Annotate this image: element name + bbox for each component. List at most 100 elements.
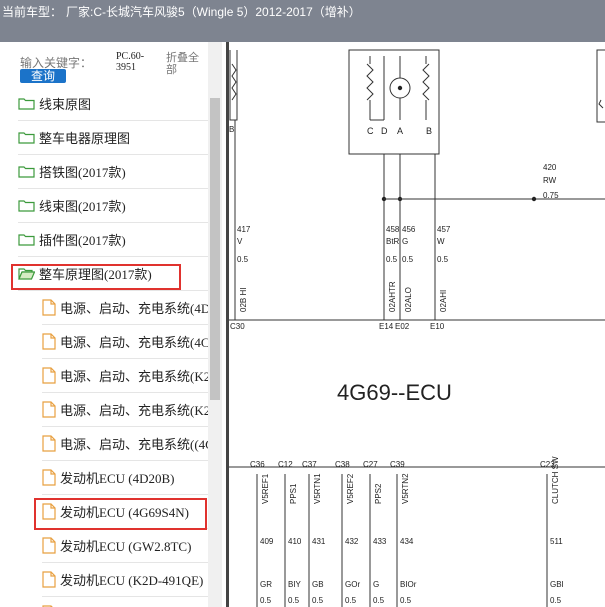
- search-input[interactable]: PC.60-3951: [116, 51, 160, 79]
- signal-name: CLUTCH SW: [551, 456, 560, 504]
- wire-color: RW: [543, 176, 557, 185]
- sensor-pin-label: C: [367, 126, 374, 136]
- wire-size: 0.5: [260, 596, 272, 605]
- ecu-pin-label: E10: [430, 322, 445, 331]
- wire-number: 420: [543, 163, 557, 172]
- ecu-pin-label: C30: [230, 322, 245, 331]
- tree-item-file[interactable]: 电源、启动、充电系统(K2D-491QE): [42, 392, 208, 427]
- wire-number: 456: [402, 225, 416, 234]
- query-button[interactable]: 查询: [20, 69, 66, 83]
- ecu-pin-label: C37: [302, 460, 317, 469]
- connector-pin-label: B: [229, 125, 234, 134]
- tree-item-file[interactable]: 发动机ECU (4G69S4N): [42, 494, 208, 529]
- file-icon: [42, 570, 60, 588]
- tree-item-folder[interactable]: 线束原图: [18, 86, 208, 121]
- file-icon: [42, 434, 60, 452]
- wire-size: 0.5: [402, 255, 414, 264]
- tree-item-file[interactable]: 电源、启动、充电系统((4G69S4N): [42, 426, 208, 461]
- ecu-pin-label: C12: [278, 460, 293, 469]
- folder-icon: [18, 233, 39, 246]
- wire-size: 0.5: [437, 255, 449, 264]
- tree-item-folder[interactable]: 插件图(2017款): [18, 222, 208, 257]
- junction-dot: [397, 85, 403, 91]
- resistor-symbol: [231, 63, 237, 101]
- tree-item-file[interactable]: 发动机ECU (K2D-491QE): [42, 562, 208, 597]
- wire-size: 0.5: [386, 255, 398, 264]
- sensor-resistor-symbol: [422, 63, 430, 101]
- tree-item-folder[interactable]: 整车原理图(2017款): [18, 256, 208, 291]
- tree-item-label: 电源、启动、充电系统((4G69S4N): [60, 436, 208, 452]
- wire-size: 0.5: [237, 255, 249, 264]
- collapse-all-button[interactable]: 折叠全部: [166, 52, 206, 76]
- diagram-canvas: B C D A B417V0.502B HIC30458BtR0.502AHTRE144…: [229, 49, 605, 607]
- ecu-pin-label: C38: [335, 460, 350, 469]
- tree-item-label: 整车电器原理图: [39, 130, 131, 146]
- file-icon: [42, 400, 60, 418]
- tree-item-label: 电源、启动、充电系统(4D20B): [60, 300, 208, 316]
- component-box-right: [596, 49, 605, 123]
- ecu-pin-label: E14: [379, 322, 394, 331]
- folder-icon: [18, 199, 39, 212]
- tree-item-label: 线束原图: [39, 96, 92, 112]
- title-text: 当前车型： 厂家:C-长城汽车风骏5（Wingle 5）2012-2017（增补）: [2, 5, 361, 19]
- folder-icon: [18, 97, 39, 110]
- tree-item-label: 发动机ECU (4G69S4N): [60, 504, 189, 520]
- ecu-pin-label: C39: [390, 460, 405, 469]
- wire-color: BtR: [386, 237, 400, 246]
- folder-open-icon: [18, 267, 39, 280]
- ecu-title: 4G69--ECU: [337, 380, 452, 405]
- wire-number: 433: [373, 537, 387, 546]
- wire-number: 431: [312, 537, 326, 546]
- wire-color: GBI: [550, 580, 564, 589]
- tree-item-file[interactable]: 电源、启动、充电系统(K2D-491QE): [42, 358, 208, 393]
- wire-size: 0.5: [550, 596, 562, 605]
- signal-name: V5RTN1: [313, 473, 322, 504]
- sensor-pin-label: A: [397, 126, 403, 136]
- tree-item-file[interactable]: 发动机ECU (4D20B): [42, 460, 208, 495]
- signal-name: V5REF2: [346, 473, 355, 504]
- wire-number: 457: [437, 225, 451, 234]
- tree-item-label: 发动机ECU (GW2.8TC): [60, 538, 192, 554]
- file-icon: [42, 366, 60, 384]
- wire-color: G: [402, 237, 408, 246]
- ecu-pin-label: C27: [363, 460, 378, 469]
- wire-color: GR: [260, 580, 272, 589]
- wire-size: 0.75: [543, 191, 559, 200]
- sensor-pin-label: B: [426, 126, 432, 136]
- wire-size: 0.5: [400, 596, 412, 605]
- wiring-diagram: B C D A B 417 V 0.5 02B HI C30 458 BtR 0.5 02AHTR E14 4…: [229, 42, 605, 607]
- tree-item-label: 发动机ECU (4D20B): [60, 470, 175, 486]
- file-icon: [42, 332, 60, 350]
- tree-item-label: 电源、启动、充电系统(4C20): [60, 334, 208, 350]
- tree-item-file[interactable]: 发动机ECU (GW2.8TC): [42, 528, 208, 563]
- signal-name: 02ALO: [404, 287, 413, 312]
- wire-number: 409: [260, 537, 274, 546]
- wire-number: 417: [237, 225, 251, 234]
- tree-item-folder[interactable]: 整车电器原理图: [18, 120, 208, 155]
- tree-item-file[interactable]: 电源、启动、充电系统(4D20B): [42, 290, 208, 325]
- tree-item-file[interactable]: 发动机ECU (4C20): [42, 596, 208, 607]
- tree-item-label: 电源、启动、充电系统(K2D-491QE): [60, 368, 208, 384]
- component-fragment: [598, 99, 604, 109]
- signal-name: 02AHTR: [388, 281, 397, 312]
- wire-color: BIY: [288, 580, 302, 589]
- scrollbar-thumb[interactable]: [210, 98, 220, 400]
- wire-color: G: [373, 580, 379, 589]
- sidebar: 输入关键字： PC.60-3951 折叠全部 查询 线束原图 整车电器原理图 搭铁图…: [0, 42, 228, 607]
- signal-name: PPS1: [289, 483, 298, 504]
- tree-item-folder[interactable]: 线束图(2017款): [18, 188, 208, 223]
- wire-size: 0.5: [345, 596, 357, 605]
- sidebar-scrollbar[interactable]: [208, 42, 222, 607]
- title-bar: 当前车型： 厂家:C-长城汽车风骏5（Wingle 5）2012-2017（增补）: [0, 0, 605, 42]
- tree-item-file[interactable]: 电源、启动、充电系统(4C20): [42, 324, 208, 359]
- wire-size: 0.5: [288, 596, 300, 605]
- tree-item-label: 整车原理图(2017款): [39, 266, 152, 282]
- wire-number: 458: [386, 225, 400, 234]
- tree-item-folder[interactable]: 搭铁图(2017款): [18, 154, 208, 189]
- tree-item-label: 插件图(2017款): [39, 232, 126, 248]
- tree-item-label: 电源、启动、充电系统(K2D-491QE): [60, 402, 208, 418]
- file-icon: [42, 502, 60, 520]
- signal-name: 02B HI: [239, 288, 248, 312]
- ecu-pin-label: E02: [395, 322, 410, 331]
- signal-name: PPS2: [374, 483, 383, 504]
